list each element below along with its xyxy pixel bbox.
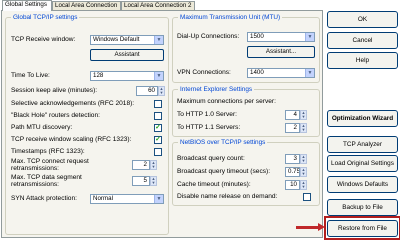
backup-to-file-button[interactable]: Backup to File [327,199,398,216]
pointer-arrow-icon [318,223,325,231]
window-scaling-label: TCP receive window scaling (RFC 1323): [11,136,132,143]
ie-group-title: Internet Explorer Settings [178,85,255,94]
netbios-group: NetBIOS over TCP/IP settings Broadcast q… [172,138,320,206]
chevron-down-icon: ▼ [154,195,163,203]
timestamps-label: Timestamps (RFC 1323): [11,148,85,155]
ok-button[interactable]: OK [327,11,398,28]
sack-checkbox[interactable] [154,100,162,108]
help-button[interactable]: Help [327,52,398,69]
http11-input[interactable]: 2 [285,123,300,133]
syn-select[interactable]: Normal ▼ [90,194,164,204]
cache-input[interactable]: 10 [285,180,300,190]
http10-label: To HTTP 1.0 Server: [177,111,237,118]
chevron-down-icon: ▼ [305,69,314,77]
pointer-arrow-shaft [296,226,320,229]
disable-release-label: Disable name release on demand: [177,193,278,200]
dialup-select[interactable]: 1500 ▼ [247,32,315,42]
bcast-count-spinner[interactable]: ▲ ▼ [300,154,307,164]
http11-label: To HTTP 1.1 Servers: [177,124,241,131]
tcpip-group: Global TCP/IP settings TCP Receive windo… [5,13,169,235]
http10-input[interactable]: 4 [285,110,300,120]
vpn-value: 1400 [250,69,264,76]
bcast-count-label: Broadcast query count: [177,155,245,162]
keepalive-spinner[interactable]: ▲ ▼ [158,86,165,96]
window-scaling-checkbox[interactable]: ✓ [154,136,162,144]
vpn-select[interactable]: 1400 ▼ [247,68,315,78]
mtu-assistant-button[interactable]: Assistant... [247,46,315,58]
max-data-input[interactable]: 5 [132,176,150,186]
load-original-settings-button[interactable]: Load Original Settings [327,155,398,172]
syn-value: Normal [93,195,113,202]
ie-group: Internet Explorer Settings Maximum conne… [172,85,320,137]
ttl-value: 128 [93,72,104,79]
chevron-down-icon: ▼ [154,36,163,44]
receive-window-label: TCP Receive window: [11,36,76,43]
keepalive-input[interactable]: 60 [136,86,158,96]
vpn-label: VPN Connections: [177,69,231,76]
max-connect-label: Max. TCP connect request retransmissions… [11,158,89,172]
netbios-group-title: NetBIOS over TCP/IP settings [178,138,268,147]
bcast-count-input[interactable]: 3 [285,154,300,164]
max-connect-spinner[interactable]: ▲ ▼ [150,160,157,170]
receive-window-value: Windows Default [93,36,140,43]
chevron-down-icon: ▼ [154,72,163,80]
pmtu-label: Path MTU discovery: [11,124,73,131]
tcp-assistant-button[interactable]: Assistant [90,49,164,61]
ttl-label: Time To Live: [11,72,50,79]
checkmark-icon: ✓ [155,136,161,143]
blackhole-label: "Black Hole" routers detection: [11,112,100,119]
windows-defaults-button[interactable]: Windows Defaults [327,176,398,193]
tcp-analyzer-button[interactable]: TCP Analyzer [327,136,398,153]
max-connect-input[interactable]: 2 [132,160,150,170]
optimization-wizard-button[interactable]: Optimization Wizard [327,110,398,127]
checkmark-icon: ✓ [155,124,161,131]
timestamps-checkbox[interactable] [154,148,162,156]
dialup-label: Dial-Up Connections: [177,33,240,40]
mtu-group-title: Maximum Transmission Unit (MTU) [178,13,283,22]
bcast-timeout-label: Broadcast query timeout (secs): [177,168,271,175]
cache-spinner[interactable]: ▲ ▼ [300,180,307,190]
ttl-select[interactable]: 128 ▼ [90,71,164,81]
max-data-label: Max. TCP data segment retransmissions: [11,174,82,188]
http11-spinner[interactable]: ▲ ▼ [300,123,307,133]
max-conn-label: Maximum connections per server: [177,98,276,105]
receive-window-select[interactable]: Windows Default ▼ [90,35,164,45]
cancel-button[interactable]: Cancel [327,32,398,49]
disable-release-checkbox[interactable] [303,193,311,201]
keepalive-label: Session keep alive (minutes): [11,87,98,94]
blackhole-checkbox[interactable] [154,112,162,120]
sack-label: Selective acknowledgements (RFC 2018): [11,100,135,107]
tab-global-settings[interactable]: Global Settings [2,0,52,11]
bcast-timeout-spinner[interactable]: ▲ ▼ [300,167,307,177]
restore-highlight-box [324,216,400,240]
pmtu-checkbox[interactable]: ✓ [154,124,162,132]
mtu-group: Maximum Transmission Unit (MTU) Dial-Up … [172,13,320,83]
chevron-down-icon: ▼ [305,33,314,41]
max-data-spinner[interactable]: ▲ ▼ [150,176,157,186]
settings-panel: Global TCP/IP settings TCP Receive windo… [1,10,323,238]
syn-label: SYN Attack protection: [11,195,77,202]
http10-spinner[interactable]: ▲ ▼ [300,110,307,120]
cache-label: Cache timeout (minutes): [177,181,251,188]
dialup-value: 1500 [250,33,264,40]
tcpip-group-title: Global TCP/IP settings [11,13,80,22]
bcast-timeout-input[interactable]: 0.75 [285,167,300,177]
